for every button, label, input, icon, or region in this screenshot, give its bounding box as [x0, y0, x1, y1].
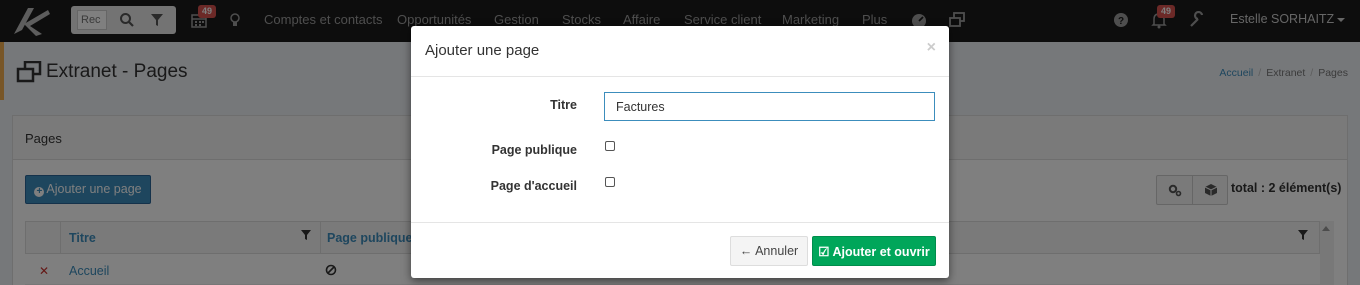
arrow-left-icon: ←: [739, 244, 753, 258]
modal-title: Ajouter une page: [425, 42, 540, 59]
submit-label: Ajouter et ouvrir: [832, 244, 930, 259]
cancel-label: Annuler: [755, 244, 799, 258]
title-label: Titre: [550, 98, 577, 112]
modal-header: Ajouter une page ×: [411, 26, 949, 77]
home-page-checkbox[interactable]: [605, 177, 615, 187]
cancel-button[interactable]: ← Annuler: [730, 236, 808, 266]
add-and-open-button[interactable]: ☑ Ajouter et ouvrir: [812, 236, 936, 266]
check-square-icon: ☑: [818, 244, 830, 259]
title-input[interactable]: [604, 92, 935, 121]
public-page-label: Page publique: [491, 143, 577, 157]
home-page-label: Page d'accueil: [490, 179, 577, 193]
add-page-modal: Ajouter une page × Titre Page publique P…: [411, 26, 949, 278]
close-icon[interactable]: ×: [927, 39, 936, 57]
public-page-checkbox[interactable]: [605, 141, 615, 151]
